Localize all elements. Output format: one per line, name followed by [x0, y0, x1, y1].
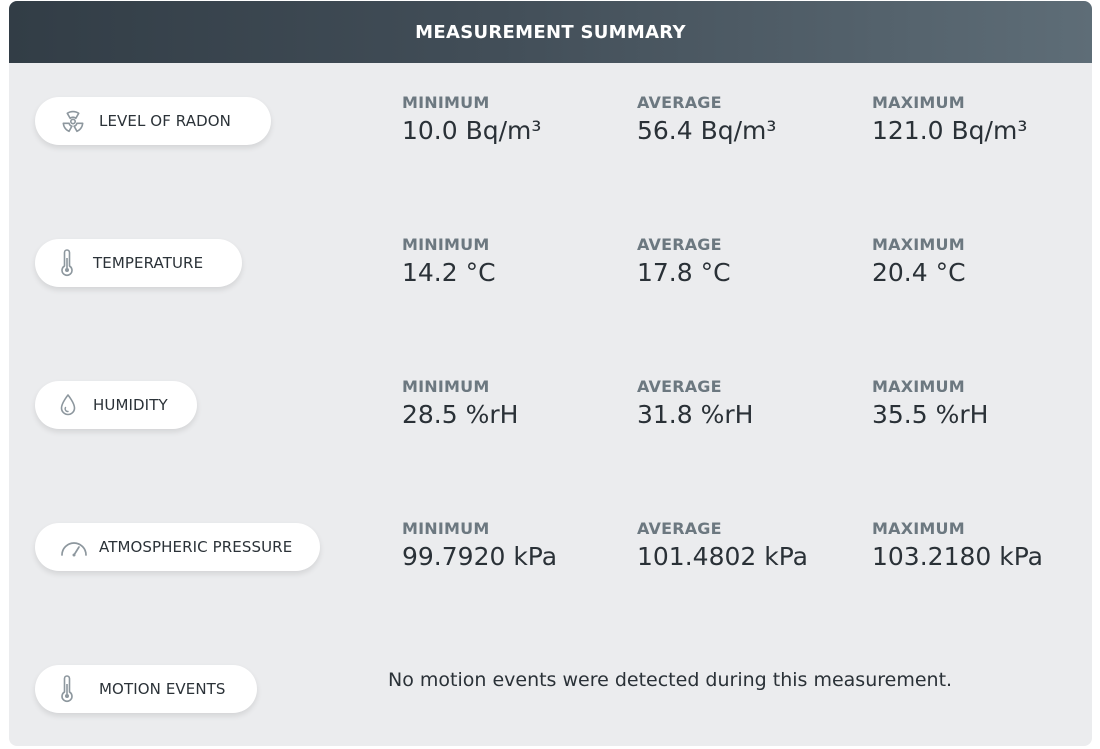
temperature-average: AVERAGE 17.8 °C [637, 235, 731, 289]
maximum-value: 121.0 Bq/m³ [872, 116, 1028, 145]
humidity-minimum: MINIMUM 28.5 %rH [402, 377, 518, 431]
motion-pill: MOTION EVENTS [35, 665, 257, 713]
temperature-maximum: MAXIMUM 20.4 °C [872, 235, 966, 289]
average-value: 31.8 %rH [637, 400, 754, 429]
humidity-label: HUMIDITY [93, 396, 168, 414]
humidity-average: AVERAGE 31.8 %rH [637, 377, 753, 431]
minimum-value: 10.0 Bq/m³ [402, 116, 542, 145]
minimum-label: MINIMUM [402, 235, 490, 254]
maximum-label: MAXIMUM [872, 519, 965, 538]
maximum-value: 20.4 °C [872, 258, 966, 287]
motion-label: MOTION EVENTS [99, 680, 226, 698]
minimum-label: MINIMUM [402, 377, 490, 396]
average-value: 17.8 °C [637, 258, 731, 287]
maximum-label: MAXIMUM [872, 377, 965, 396]
motion-message: No motion events were detected during th… [388, 669, 953, 691]
maximum-label: MAXIMUM [872, 93, 965, 112]
pressure-average: AVERAGE 101.4802 kPa [637, 519, 808, 573]
average-label: AVERAGE [637, 93, 722, 112]
radon-label: LEVEL OF RADON [99, 112, 231, 130]
radon-row: LEVEL OF RADON MINIMUM 10.0 Bq/m³ AVERAG… [9, 93, 1092, 177]
motion-row: MOTION EVENTS No motion events were dete… [9, 665, 1092, 745]
humidity-row: HUMIDITY MINIMUM 28.5 %rH AVERAGE 31.8 %… [9, 377, 1092, 461]
maximum-value: 35.5 %rH [872, 400, 989, 429]
average-label: AVERAGE [637, 519, 722, 538]
pressure-label: ATMOSPHERIC PRESSURE [99, 538, 293, 556]
maximum-label: MAXIMUM [872, 235, 965, 254]
radon-pill: LEVEL OF RADON [35, 97, 271, 145]
minimum-value: 99.7920 kPa [402, 542, 558, 571]
droplet-icon [59, 391, 83, 419]
humidity-maximum: MAXIMUM 35.5 %rH [872, 377, 988, 431]
humidity-pill: HUMIDITY [35, 381, 197, 429]
minimum-value: 14.2 °C [402, 258, 496, 287]
minimum-label: MINIMUM [402, 93, 490, 112]
minimum-label: MINIMUM [402, 519, 490, 538]
pressure-pill: ATMOSPHERIC PRESSURE [35, 523, 320, 571]
pressure-row: ATMOSPHERIC PRESSURE MINIMUM 99.7920 kPa… [9, 519, 1092, 603]
temperature-label: TEMPERATURE [93, 254, 204, 272]
average-label: AVERAGE [637, 377, 722, 396]
gauge-icon [59, 533, 89, 561]
measurement-summary-card: MEASUREMENT SUMMARY LEVEL OF RADON MINIM… [9, 1, 1092, 746]
radon-minimum: MINIMUM 10.0 Bq/m³ [402, 93, 541, 147]
radon-maximum: MAXIMUM 121.0 Bq/m³ [872, 93, 1027, 147]
thermometer-icon [59, 675, 89, 703]
radon-average: AVERAGE 56.4 Bq/m³ [637, 93, 776, 147]
summary-header: MEASUREMENT SUMMARY [9, 1, 1092, 63]
pressure-maximum: MAXIMUM 103.2180 kPa [872, 519, 1043, 573]
radiation-icon [59, 107, 89, 135]
maximum-value: 103.2180 kPa [872, 542, 1043, 571]
temperature-row: TEMPERATURE MINIMUM 14.2 °C AVERAGE 17.8… [9, 235, 1092, 319]
temperature-pill: TEMPERATURE [35, 239, 242, 287]
average-value: 56.4 Bq/m³ [637, 116, 777, 145]
thermometer-icon [59, 249, 83, 277]
temperature-minimum: MINIMUM 14.2 °C [402, 235, 496, 289]
summary-title: MEASUREMENT SUMMARY [415, 21, 686, 43]
minimum-value: 28.5 %rH [402, 400, 519, 429]
average-label: AVERAGE [637, 235, 722, 254]
pressure-minimum: MINIMUM 99.7920 kPa [402, 519, 557, 573]
average-value: 101.4802 kPa [637, 542, 808, 571]
